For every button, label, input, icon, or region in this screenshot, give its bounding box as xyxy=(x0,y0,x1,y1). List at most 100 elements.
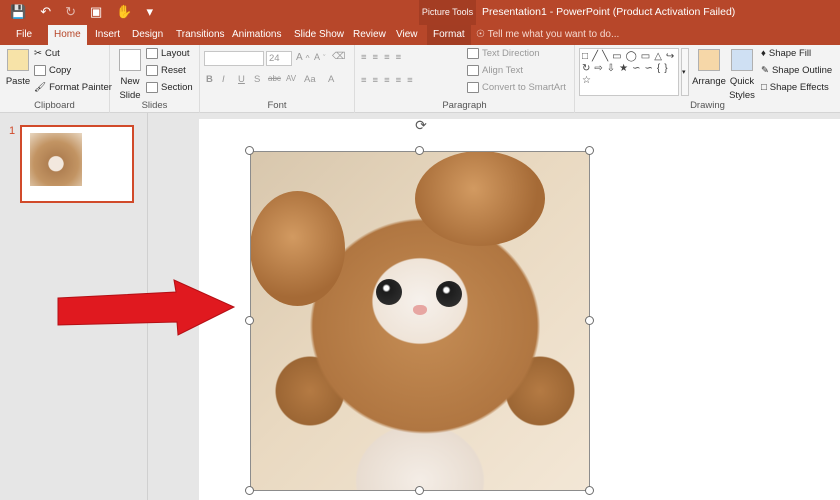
thumbnail-image xyxy=(30,133,82,186)
resize-handle-left[interactable] xyxy=(245,316,254,325)
slide-number: 1 xyxy=(9,125,16,137)
clipboard-group-label: Clipboard xyxy=(34,100,75,111)
paragraph-group: ≡≡≡≡ ≡≡≡≡≡ Text Direction Align Text Con… xyxy=(355,45,575,113)
resize-handle-top-right[interactable] xyxy=(585,146,594,155)
tab-format[interactable]: Format xyxy=(427,25,471,45)
copy-icon xyxy=(34,65,46,76)
tab-file[interactable]: File xyxy=(10,25,38,45)
text-direction-icon xyxy=(467,48,479,59)
format-painter-button[interactable]: 🖌 Format Painter xyxy=(34,82,112,93)
quick-access-toolbar: 💾 ↶ ↻ ▣ ✋ ▾ xyxy=(10,4,153,20)
section-icon xyxy=(146,82,158,93)
cut-button[interactable]: ✂ Cut xyxy=(34,48,60,59)
drawing-group: □ ╱ ╲ ▭ ◯ ▭ △ ↪ ↻ ⇨ ⇩ ★ ∽ ∽{} ☆ ▾ Arrange Quick Styl… xyxy=(575,45,840,113)
change-case-button[interactable]: Aa xyxy=(304,74,316,85)
convert-smartart-button[interactable]: Convert to SmartArt xyxy=(467,82,566,93)
arrange-button[interactable]: Arrange xyxy=(692,49,726,87)
paintbrush-icon: 🖌 xyxy=(34,82,47,93)
list-buttons[interactable]: ≡≡≡≡ xyxy=(361,52,407,63)
copy-button[interactable]: Copy xyxy=(34,65,71,76)
smartart-icon xyxy=(467,82,479,93)
slides-group: New Slide Layout Reset Section Slides xyxy=(110,45,200,113)
pen-icon: ✎ xyxy=(761,65,769,76)
scissors-icon: ✂ xyxy=(34,48,42,59)
picture-tools-label: Picture Tools xyxy=(419,0,476,25)
hat-pompom-right xyxy=(415,151,545,246)
alignment-buttons[interactable]: ≡≡≡≡≡ xyxy=(361,75,419,86)
tab-home[interactable]: Home xyxy=(48,25,87,45)
ribbon: Paste ✂ Cut Copy 🖌 Format Painter Clipboar… xyxy=(0,45,840,113)
title-bar: 💾 ↶ ↻ ▣ ✋ ▾ Picture Tools Presentation1 … xyxy=(0,0,840,25)
layout-button[interactable]: Layout xyxy=(146,48,190,59)
clear-formatting-icon[interactable]: ⌫ xyxy=(332,51,345,62)
customize-toolbar-icon[interactable]: ▾ xyxy=(146,4,153,20)
slide-thumbnail[interactable] xyxy=(20,125,134,203)
shrink-font-button[interactable]: Aˇ xyxy=(314,52,326,62)
reset-button[interactable]: Reset xyxy=(146,65,186,76)
resize-handle-top[interactable] xyxy=(415,146,424,155)
rotate-handle-icon[interactable]: ⟳ xyxy=(413,117,429,133)
hat-pompom-left xyxy=(250,191,345,306)
align-text-icon xyxy=(467,65,479,76)
clipboard-group: Paste ✂ Cut Copy 🖌 Format Painter Clipboar… xyxy=(0,45,112,113)
tab-design[interactable]: Design xyxy=(126,25,169,45)
tab-slide-show[interactable]: Slide Show xyxy=(288,25,350,45)
ribbon-tabs: File Home Insert Design Transitions Anim… xyxy=(0,25,840,45)
tab-review[interactable]: Review xyxy=(347,25,392,45)
new-slide-icon xyxy=(119,49,141,71)
font-name-box[interactable] xyxy=(204,51,264,66)
reset-icon xyxy=(146,65,158,76)
cat-nose xyxy=(413,305,427,315)
cat-eye-right xyxy=(436,281,462,307)
resize-handle-top-left[interactable] xyxy=(245,146,254,155)
strikethrough-button[interactable]: abc xyxy=(268,74,281,83)
window-title: Presentation1 - PowerPoint (Product Acti… xyxy=(482,6,736,18)
resize-handle-bottom-left[interactable] xyxy=(245,486,254,495)
tab-animations[interactable]: Animations xyxy=(226,25,287,45)
effects-icon: □ xyxy=(761,82,767,93)
new-slide-button[interactable]: New Slide xyxy=(115,49,145,101)
cat-eye-left xyxy=(376,279,402,305)
arrange-icon xyxy=(698,49,720,71)
tell-me-search[interactable]: ☉ Tell me what you want to do... xyxy=(476,25,619,45)
touch-mode-icon[interactable]: ✋ xyxy=(116,4,132,20)
resize-handle-bottom[interactable] xyxy=(415,486,424,495)
shapes-gallery[interactable]: □ ╱ ╲ ▭ ◯ ▭ △ ↪ ↻ ⇨ ⇩ ★ ∽ ∽{} ☆ xyxy=(579,48,679,96)
gallery-scroll[interactable]: ▾ xyxy=(681,48,689,96)
underline-button[interactable]: U xyxy=(238,74,245,85)
font-size-box[interactable]: 24 xyxy=(266,51,292,66)
character-spacing-button[interactable]: AV xyxy=(286,74,296,83)
slides-group-label: Slides xyxy=(141,100,168,111)
quick-styles-button[interactable]: Quick Styles xyxy=(727,49,757,101)
tab-transitions[interactable]: Transitions xyxy=(170,25,231,45)
font-group: 24 A ^ Aˇ ⌫ B I U S abc AV Aa A Font xyxy=(200,45,355,113)
shadow-button[interactable]: S xyxy=(254,74,260,85)
undo-icon[interactable]: ↶ xyxy=(40,4,51,20)
drawing-group-label: Drawing xyxy=(690,100,725,111)
save-icon[interactable]: 💾 xyxy=(10,4,26,20)
quick-styles-icon xyxy=(731,49,753,71)
redo-icon[interactable]: ↻ xyxy=(65,4,76,20)
section-button[interactable]: Section xyxy=(146,82,193,93)
kitten-picture[interactable] xyxy=(250,151,590,491)
resize-handle-bottom-right[interactable] xyxy=(585,486,594,495)
paste-icon xyxy=(7,49,29,71)
paste-button[interactable]: Paste xyxy=(5,49,31,87)
tab-insert[interactable]: Insert xyxy=(89,25,126,45)
paragraph-group-label: Paragraph xyxy=(442,100,487,111)
red-arrow-annotation xyxy=(57,279,236,336)
align-text-button[interactable]: Align Text xyxy=(467,65,523,76)
shape-effects-button[interactable]: □ Shape Effects xyxy=(761,82,829,93)
bold-button[interactable]: B xyxy=(206,74,213,85)
shape-outline-button[interactable]: ✎ Shape Outline xyxy=(761,65,832,76)
text-direction-button[interactable]: Text Direction xyxy=(467,48,540,59)
italic-button[interactable]: I xyxy=(222,74,225,85)
start-from-beginning-icon[interactable]: ▣ xyxy=(90,4,102,20)
resize-handle-right[interactable] xyxy=(585,316,594,325)
paint-bucket-icon: ♦ xyxy=(761,48,766,59)
tab-view[interactable]: View xyxy=(390,25,424,45)
font-color-button[interactable]: A xyxy=(328,74,334,85)
grow-font-button[interactable]: A ^ xyxy=(296,52,310,63)
shape-fill-button[interactable]: ♦ Shape Fill xyxy=(761,48,811,59)
font-group-label: Font xyxy=(267,100,287,111)
